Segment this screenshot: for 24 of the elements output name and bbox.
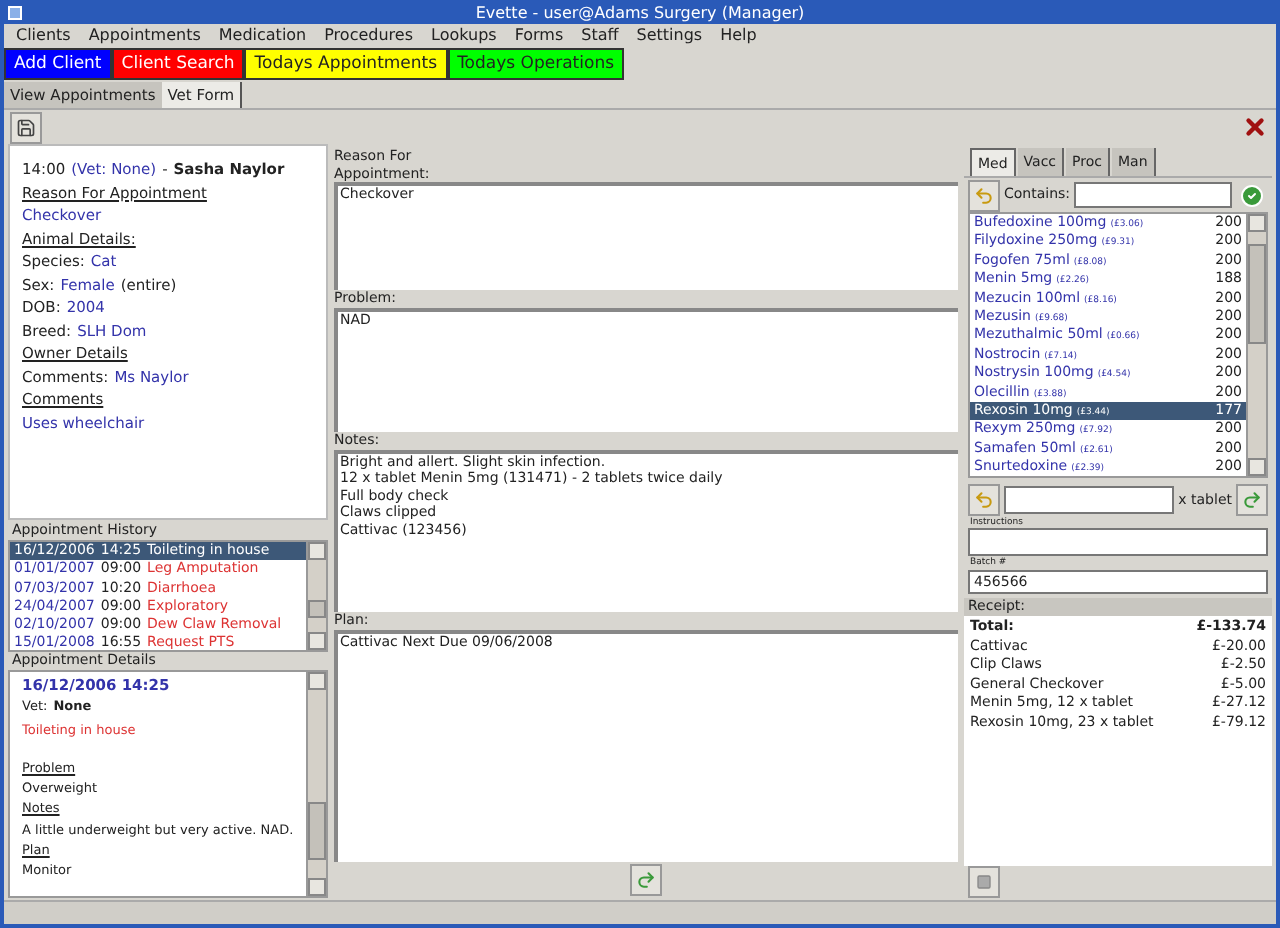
save-icon[interactable] [10, 111, 42, 143]
scrollbar[interactable] [1246, 214, 1266, 476]
menu-item[interactable]: Appointments [88, 25, 201, 45]
scrollbar[interactable] [306, 672, 326, 896]
quick-action-button[interactable]: Todays Appointments [244, 48, 448, 80]
menu-item[interactable]: Lookups [431, 25, 497, 45]
scrollbar[interactable] [306, 542, 326, 650]
menu-item[interactable]: Settings [636, 25, 703, 45]
menu-item[interactable]: Staff [581, 25, 619, 45]
quick-action-button[interactable]: Todays Operations [447, 48, 625, 80]
menu-item[interactable]: Help [720, 25, 757, 45]
menu-item[interactable]: Forms [514, 25, 564, 45]
instructions-field[interactable] [968, 528, 1268, 556]
quick-action-button[interactable]: Client Search [111, 48, 245, 80]
window-title: Evette - user@Adams Surgery (Manager) [475, 4, 805, 24]
app-icon [8, 6, 22, 20]
menu-item[interactable]: Medication [218, 25, 307, 45]
menu-item[interactable]: Procedures [324, 25, 413, 45]
search-field[interactable] [1074, 182, 1232, 208]
check-icon[interactable] [1236, 179, 1268, 211]
square-icon[interactable] [968, 866, 1000, 898]
quantity-field[interactable] [1004, 486, 1175, 514]
menu-item[interactable]: Clients [16, 25, 71, 45]
quick-action-button[interactable]: Add Client [4, 48, 112, 80]
